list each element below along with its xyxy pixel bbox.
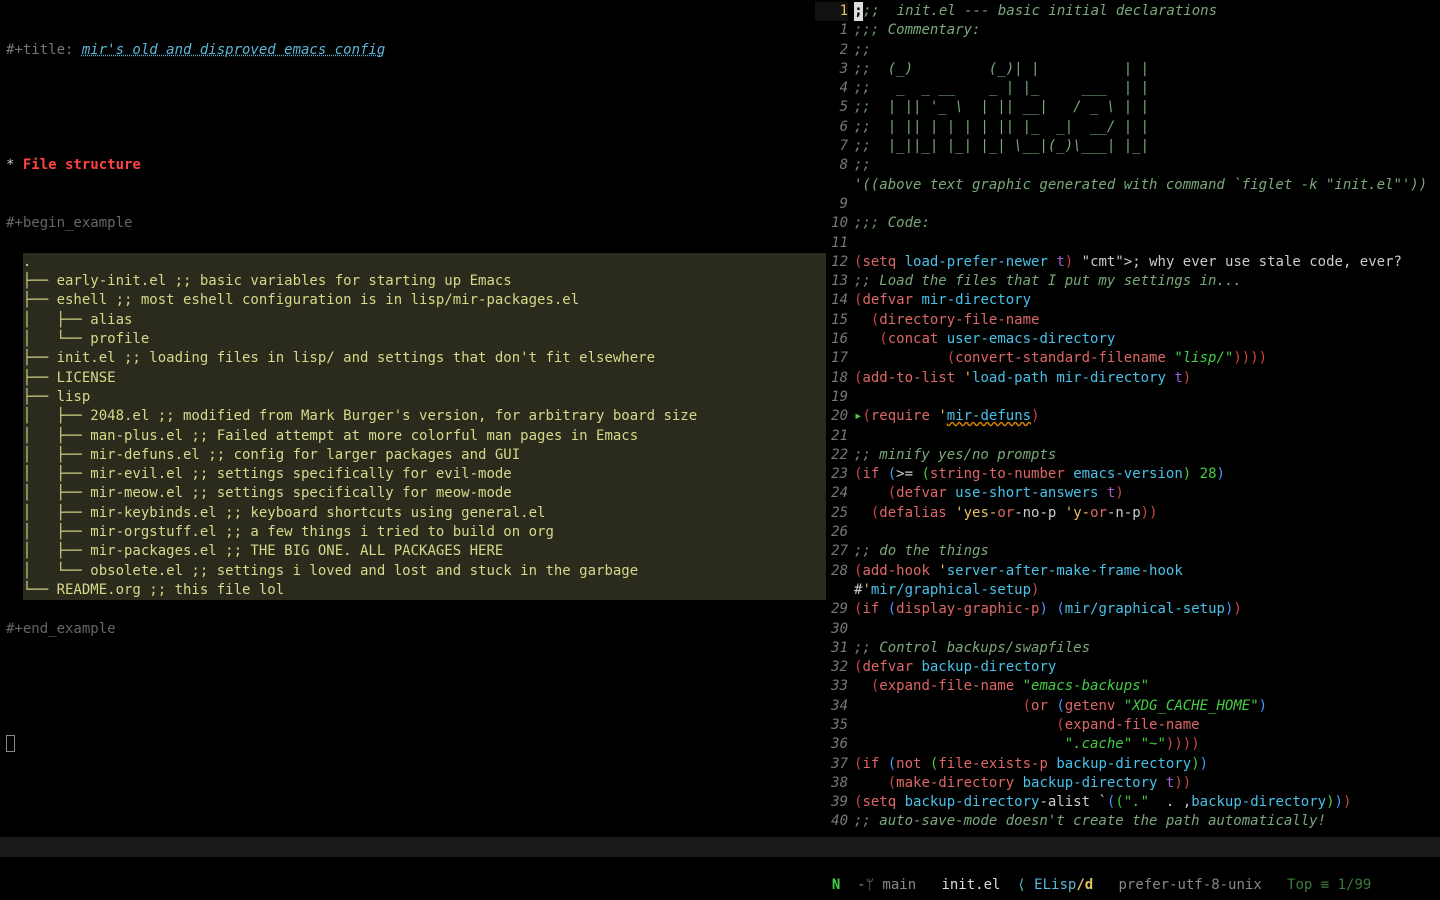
- end-example: #+end_example: [6, 621, 116, 637]
- heading-1: * File structure: [6, 156, 809, 175]
- code-line[interactable]: 2;;: [815, 41, 1440, 60]
- right-pane[interactable]: 1;;; init.el --- basic initial declarati…: [815, 0, 1440, 830]
- code-line[interactable]: 22;; minify yes/no prompts: [815, 446, 1440, 465]
- example-block: . ├── early-init.el ;; basic variables f…: [23, 253, 826, 600]
- code-line[interactable]: 35 (expand-file-name: [815, 716, 1440, 735]
- code-line[interactable]: 18(add-to-list 'load-path mir-directory …: [815, 369, 1440, 388]
- major-mode: ELisp: [1034, 877, 1076, 893]
- org-title-line: #+title: mir's old and disproved emacs c…: [6, 41, 809, 60]
- code-line[interactable]: 40;; auto-save-mode doesn't create the p…: [815, 812, 1440, 831]
- code-line[interactable]: 3;; (_) (_)| | | |: [815, 60, 1440, 79]
- code-line[interactable]: 30: [815, 620, 1440, 639]
- cursor-left: [6, 735, 15, 752]
- modeline-inactive: [0, 837, 1440, 857]
- code-line[interactable]: 38 (make-directory backup-directory t)): [815, 774, 1440, 793]
- code-line[interactable]: '((above text graphic generated with com…: [815, 176, 1440, 195]
- code-line[interactable]: 19: [815, 388, 1440, 407]
- code-line[interactable]: 27;; do the things: [815, 542, 1440, 561]
- code-line[interactable]: 28(add-hook 'server-after-make-frame-hoo…: [815, 562, 1440, 581]
- encoding: prefer-utf-8-unix: [1093, 877, 1262, 893]
- modified-indicator: /d: [1076, 877, 1093, 893]
- modeline-active: N -ᛘ main init.el ⟨ ELisp/d prefer-utf-8…: [0, 857, 1440, 877]
- code-line[interactable]: 17 (convert-standard-filename "lisp/")))…: [815, 349, 1440, 368]
- code-line[interactable]: 24 (defvar use-short-answers t): [815, 484, 1440, 503]
- code-line[interactable]: 6;; | || | | | | || |_ _| __/ | |: [815, 118, 1440, 137]
- code-line[interactable]: 26: [815, 523, 1440, 542]
- code-line[interactable]: 21: [815, 427, 1440, 446]
- vc-indicator: -ᛘ main: [857, 877, 916, 893]
- code-line[interactable]: 12(setq load-prefer-newer t) "cmt">; why…: [815, 253, 1440, 272]
- title-value: mir's old and disproved emacs config: [82, 42, 385, 58]
- code-line[interactable]: 7;; |_||_| |_| |_| \__|(_)\___| |_|: [815, 137, 1440, 156]
- code-line[interactable]: 4;; _ _ __ _ | |_ ___ | |: [815, 79, 1440, 98]
- code-line[interactable]: 1;;; init.el --- basic initial declarati…: [815, 2, 1440, 21]
- code-line[interactable]: 29(if (display-graphic-p) (mir/graphical…: [815, 600, 1440, 619]
- code-line[interactable]: 31;; Control backups/swapfiles: [815, 639, 1440, 658]
- code-line[interactable]: 15 (directory-file-name: [815, 311, 1440, 330]
- code-line[interactable]: 33 (expand-file-name "emacs-backups": [815, 677, 1440, 696]
- left-pane[interactable]: #+title: mir's old and disproved emacs c…: [0, 0, 815, 830]
- code-line[interactable]: 5;; | || '_ \ | || __| / _ \ | |: [815, 98, 1440, 117]
- title-keyword: #+title:: [6, 42, 82, 58]
- code-line[interactable]: 37(if (not (file-exists-p backup-directo…: [815, 755, 1440, 774]
- code-line[interactable]: 25 (defalias 'yes-or-no-p 'y-or-n-p)): [815, 504, 1440, 523]
- code-line[interactable]: 20▸(require 'mir-defuns): [815, 407, 1440, 426]
- code-line[interactable]: #'mir/graphical-setup): [815, 581, 1440, 600]
- code-line[interactable]: 32(defvar backup-directory: [815, 658, 1440, 677]
- cursor-right: ;: [854, 2, 863, 21]
- code-line[interactable]: 10;;; Code:: [815, 214, 1440, 233]
- code-line[interactable]: 34 (or (getenv "XDG_CACHE_HOME"): [815, 697, 1440, 716]
- code-line[interactable]: 23(if (>= (string-to-number emacs-versio…: [815, 465, 1440, 484]
- begin-example: #+begin_example: [6, 215, 132, 231]
- code-line[interactable]: 9: [815, 195, 1440, 214]
- position: Top ≡ 1/99: [1262, 877, 1372, 893]
- code-line[interactable]: 16 (concat user-emacs-directory: [815, 330, 1440, 349]
- code-line[interactable]: 8;;: [815, 156, 1440, 175]
- code-line[interactable]: 1;;; Commentary:: [815, 21, 1440, 40]
- code-line[interactable]: 39(setq backup-directory-alist `(("." . …: [815, 793, 1440, 812]
- code-line[interactable]: 11: [815, 234, 1440, 253]
- buffer-name: init.el: [941, 877, 1000, 893]
- code-line[interactable]: 13;; Load the files that I put my settin…: [815, 272, 1440, 291]
- code-line[interactable]: 36 ".cache" "~")))): [815, 735, 1440, 754]
- code-line[interactable]: 14(defvar mir-directory: [815, 291, 1440, 310]
